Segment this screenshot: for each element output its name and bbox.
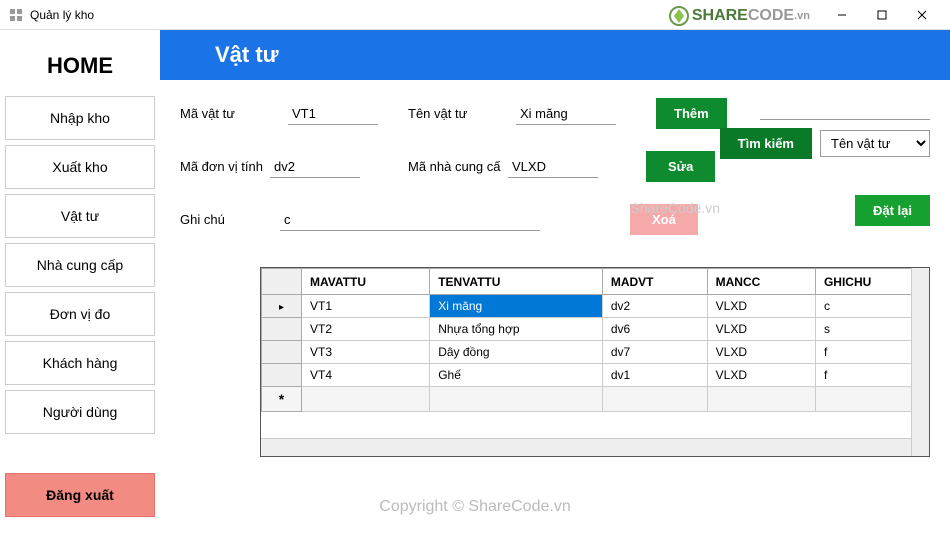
- grid-cell[interactable]: Nhựa tổng hợp: [430, 318, 603, 341]
- ma-vat-tu-label: Mã vật tư: [180, 106, 270, 121]
- sua-button[interactable]: Sửa: [646, 151, 715, 182]
- grid-cell[interactable]: [602, 387, 707, 412]
- nav-nha-cung-cap[interactable]: Nhà cung cấp: [5, 243, 155, 287]
- grid-h-scrollbar[interactable]: [261, 438, 929, 456]
- table-row[interactable]: VT3Dây đồngdv7VLXDf: [262, 341, 929, 364]
- ma-vat-tu-input[interactable]: [288, 103, 378, 125]
- grid-cell[interactable]: Dây đồng: [430, 341, 603, 364]
- grid-header-madvt[interactable]: MADVT: [602, 269, 707, 295]
- grid-cell[interactable]: VT2: [302, 318, 430, 341]
- ma-ncc-label: Mã nhà cung cấ: [408, 159, 508, 174]
- ma-don-vi-input[interactable]: [270, 156, 360, 178]
- row-header-cell[interactable]: [262, 364, 302, 387]
- grid-cell[interactable]: VLXD: [707, 364, 815, 387]
- search-select[interactable]: Tên vật tư: [820, 130, 930, 157]
- table-row[interactable]: VT4Ghếdv1VLXDf: [262, 364, 929, 387]
- nav-don-vi-do[interactable]: Đơn vị đo: [5, 292, 155, 336]
- grid-cell[interactable]: dv1: [602, 364, 707, 387]
- nav-nguoi-dung[interactable]: Người dùng: [5, 390, 155, 434]
- grid-cell[interactable]: dv2: [602, 295, 707, 318]
- ma-don-vi-label: Mã đơn vị tính: [180, 159, 270, 174]
- content-area: Vật tư Mã vật tư Tên vật tư Thêm Mã đơn …: [160, 30, 950, 536]
- nav-vat-tu[interactable]: Vật tư: [5, 194, 155, 238]
- row-header-cell[interactable]: [262, 387, 302, 412]
- ghi-chu-label: Ghi chú: [180, 212, 270, 227]
- search-input[interactable]: [760, 98, 930, 120]
- grid-cell[interactable]: [302, 387, 430, 412]
- grid-header-mancc[interactable]: MANCC: [707, 269, 815, 295]
- them-button[interactable]: Thêm: [656, 98, 727, 129]
- dat-lai-button[interactable]: Đặt lại: [855, 195, 930, 226]
- new-row[interactable]: [262, 387, 929, 412]
- nav-xuat-kho[interactable]: Xuất kho: [5, 145, 155, 189]
- logout-button[interactable]: Đăng xuất: [5, 473, 155, 517]
- row-header-cell[interactable]: [262, 295, 302, 318]
- grid-cell[interactable]: Ghế: [430, 364, 603, 387]
- page-title: Vật tư: [160, 30, 950, 80]
- grid-cell[interactable]: VLXD: [707, 318, 815, 341]
- grid-cell[interactable]: [707, 387, 815, 412]
- app-icon: [8, 7, 24, 23]
- minimize-button[interactable]: [822, 1, 862, 29]
- sidebar: HOME Nhập kho Xuất kho Vật tư Nhà cung c…: [0, 30, 160, 536]
- grid-cell[interactable]: VT4: [302, 364, 430, 387]
- ma-ncc-input[interactable]: [508, 156, 598, 178]
- nav-nhap-kho[interactable]: Nhập kho: [5, 96, 155, 140]
- tim-kiem-button[interactable]: Tìm kiếm: [720, 128, 812, 159]
- grid-corner[interactable]: [262, 269, 302, 295]
- grid-cell[interactable]: Xi măng: [430, 295, 603, 318]
- grid-cell[interactable]: VLXD: [707, 341, 815, 364]
- grid-header-tenvattu[interactable]: TENVATTU: [430, 269, 603, 295]
- xoa-button[interactable]: Xoá: [630, 204, 698, 235]
- grid-cell[interactable]: dv6: [602, 318, 707, 341]
- watermark-logo: SHARECODE.vn: [668, 5, 810, 27]
- data-grid[interactable]: MAVATTU TENVATTU MADVT MANCC GHICHU VT1X…: [260, 267, 930, 457]
- grid-cell[interactable]: dv7: [602, 341, 707, 364]
- grid-cell[interactable]: VT1: [302, 295, 430, 318]
- nav-khach-hang[interactable]: Khách hàng: [5, 341, 155, 385]
- table-row[interactable]: VT1Xi măngdv2VLXDc: [262, 295, 929, 318]
- ten-vat-tu-label: Tên vật tư: [408, 106, 498, 121]
- grid-header-mavattu[interactable]: MAVATTU: [302, 269, 430, 295]
- grid-cell[interactable]: VT3: [302, 341, 430, 364]
- grid-cell[interactable]: [430, 387, 603, 412]
- maximize-button[interactable]: [862, 1, 902, 29]
- row-header-cell[interactable]: [262, 318, 302, 341]
- ten-vat-tu-input[interactable]: [516, 103, 616, 125]
- row-header-cell[interactable]: [262, 341, 302, 364]
- grid-cell[interactable]: VLXD: [707, 295, 815, 318]
- ghi-chu-input[interactable]: [280, 209, 540, 231]
- home-title: HOME: [5, 35, 155, 91]
- grid-v-scrollbar[interactable]: [911, 268, 929, 456]
- table-row[interactable]: VT2Nhựa tổng hợpdv6VLXDs: [262, 318, 929, 341]
- close-button[interactable]: [902, 1, 942, 29]
